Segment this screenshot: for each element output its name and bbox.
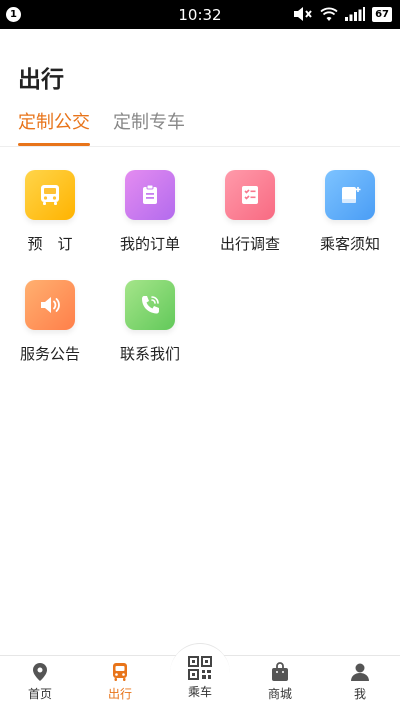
battery-indicator: 67 <box>372 6 392 22</box>
checklist-icon <box>225 170 275 220</box>
speaker-icon <box>25 280 75 330</box>
bus-icon <box>113 663 127 681</box>
service-label: 出行调查 <box>219 235 280 253</box>
service-my-orders[interactable]: 我的订单 <box>100 170 200 254</box>
nav-label: 出行 <box>107 687 132 701</box>
nav-label: 我 <box>353 687 366 701</box>
phone-icon <box>125 280 175 330</box>
bus-icon <box>25 170 75 220</box>
service-label: 服务公告 <box>19 345 80 363</box>
nav-travel[interactable]: 出行 <box>80 662 160 702</box>
app-screen: 1 10:32 67 出行 定制公交 定制专车 预 订 我的订单 出行调查 乘客… <box>0 0 400 711</box>
service-passenger-notice[interactable]: 乘客须知 <box>300 170 400 254</box>
service-announcements[interactable]: 服务公告 <box>0 280 100 364</box>
service-booking[interactable]: 预 订 <box>0 170 100 254</box>
shopping-bag-icon <box>272 662 288 681</box>
service-travel-survey[interactable]: 出行调查 <box>200 170 300 254</box>
tab-divider <box>0 146 400 147</box>
user-icon <box>351 663 369 681</box>
mute-icon <box>294 7 312 21</box>
nav-ride-qr[interactable]: 乘车 <box>160 656 240 700</box>
signal-icon <box>345 7 366 21</box>
tab-custom-car[interactable]: 定制专车 <box>113 108 185 144</box>
nav-me[interactable]: 我 <box>320 662 400 702</box>
service-label: 我的订单 <box>119 235 180 253</box>
tab-bar: 定制公交 定制专车 <box>18 108 185 146</box>
nav-label: 首页 <box>27 687 52 701</box>
nav-label: 商城 <box>267 687 292 701</box>
wifi-icon <box>320 7 338 21</box>
notebook-icon <box>325 170 375 220</box>
location-pin-icon <box>33 663 47 681</box>
service-label: 乘客须知 <box>319 235 380 253</box>
status-bar: 1 10:32 67 <box>0 0 400 29</box>
nav-label: 乘车 <box>187 685 212 699</box>
qr-code-icon <box>188 656 212 680</box>
tab-custom-bus[interactable]: 定制公交 <box>18 108 90 146</box>
nav-home[interactable]: 首页 <box>0 662 80 702</box>
service-contact-us[interactable]: 联系我们 <box>100 280 200 364</box>
page-title: 出行 <box>18 67 64 93</box>
clipboard-icon <box>125 170 175 220</box>
nav-mall[interactable]: 商城 <box>240 662 320 702</box>
service-label: 预 订 <box>27 235 73 253</box>
service-label: 联系我们 <box>119 345 180 363</box>
